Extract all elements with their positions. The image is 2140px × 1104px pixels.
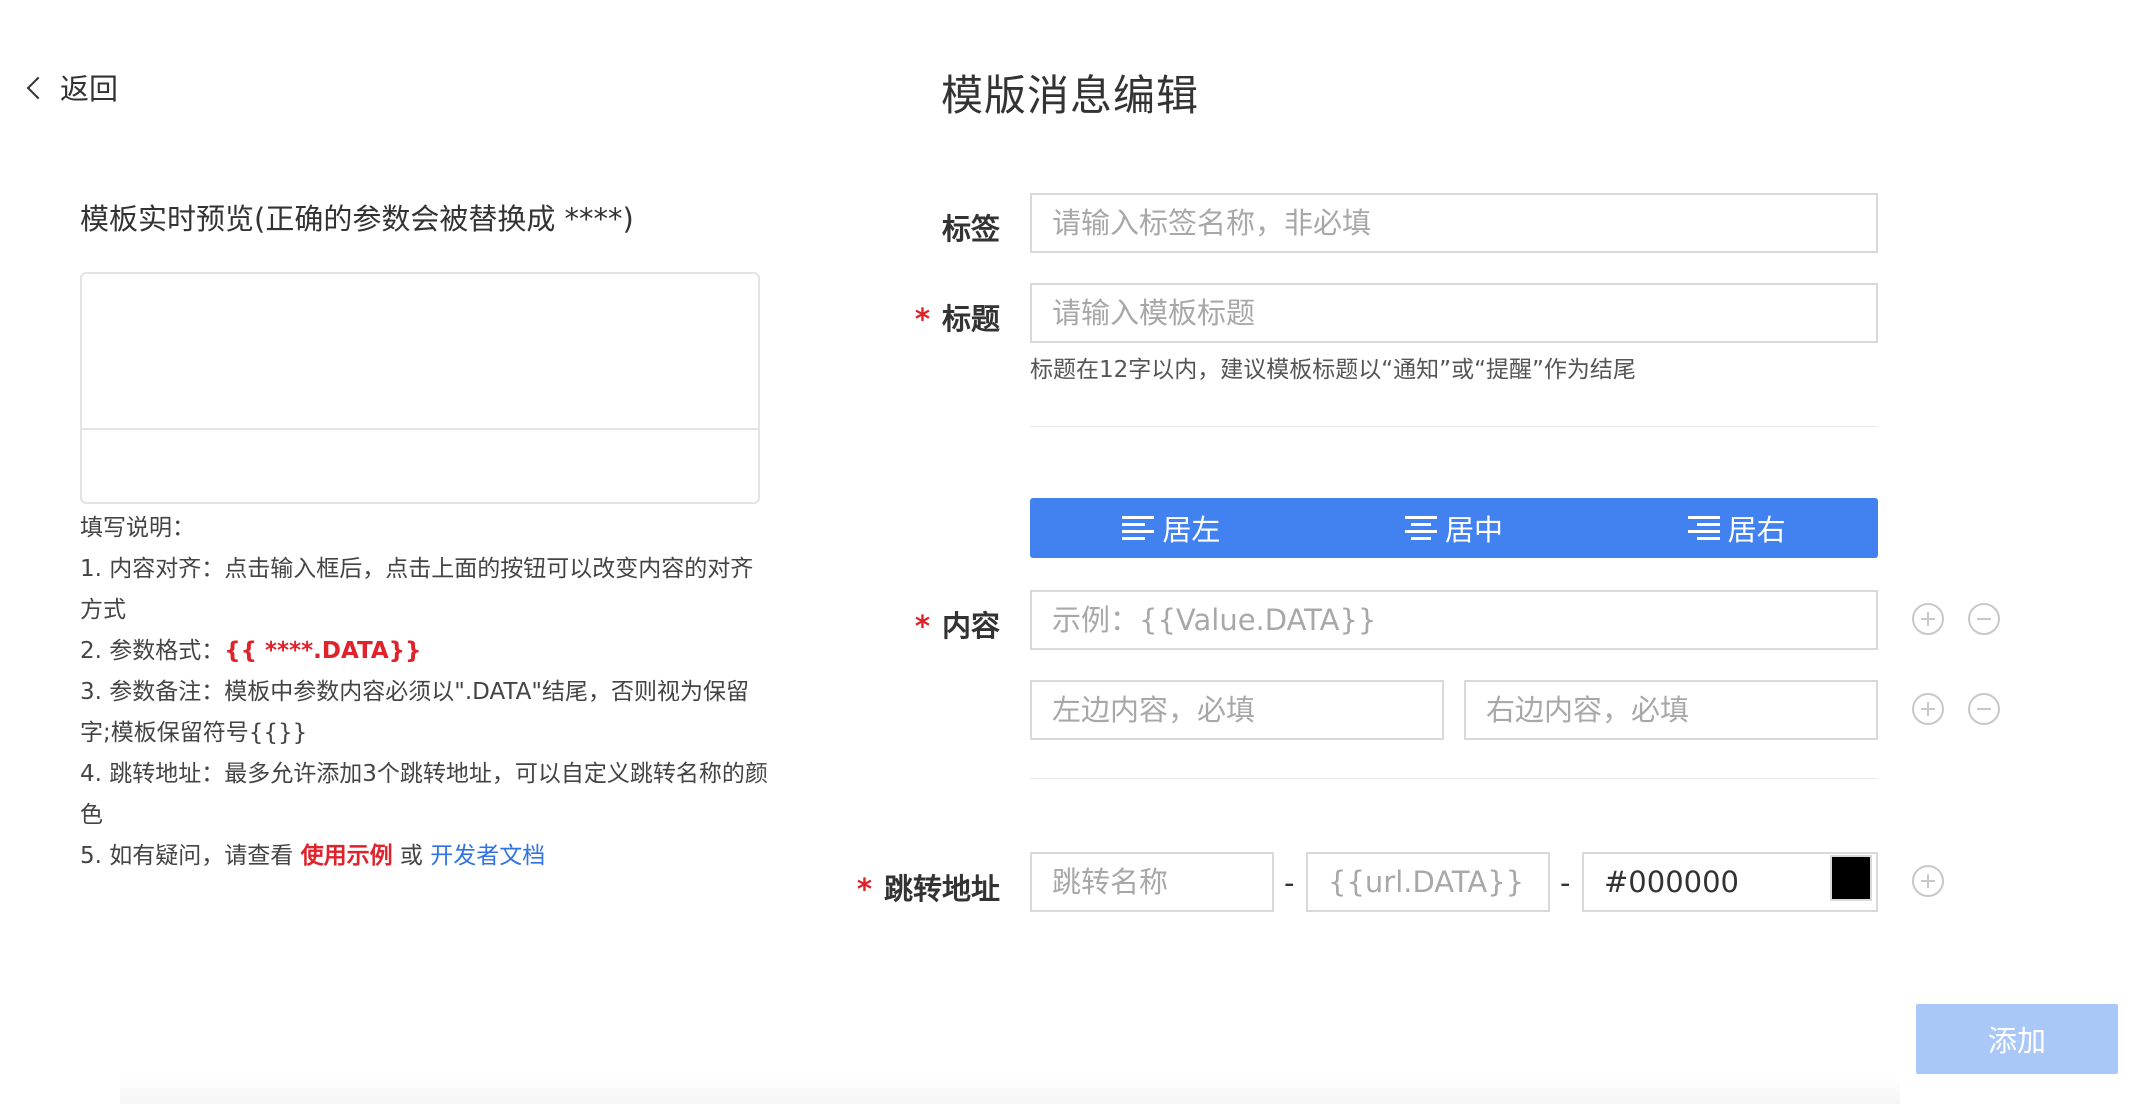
jump-url-label-text: 跳转地址 bbox=[883, 872, 1000, 906]
add-content-icon[interactable] bbox=[1912, 603, 1944, 635]
align-center-button[interactable]: 居中 bbox=[1313, 498, 1596, 558]
page-title: 模版消息编辑 bbox=[940, 71, 1199, 120]
jump-name-input[interactable] bbox=[1030, 852, 1274, 912]
dash-separator: - bbox=[1560, 866, 1571, 900]
title-label: * 标题 bbox=[760, 296, 1000, 338]
alignment-toolbar: 居左 居中 居右 bbox=[1030, 498, 1878, 558]
add-jump-url-icon[interactable] bbox=[1912, 865, 1944, 897]
instruction-item-2: 2. 参数格式：{{ ****.DATA}} bbox=[80, 631, 770, 672]
content-input[interactable] bbox=[1030, 590, 1878, 650]
instruction-item-5: 5. 如有疑问，请查看 使用示例 或 开发者文档 bbox=[80, 836, 770, 877]
color-swatch[interactable] bbox=[1830, 855, 1872, 901]
dash-separator: - bbox=[1284, 866, 1295, 900]
instruction-item-4: 4. 跳转地址：最多允许添加3个跳转地址，可以自定义跳转名称的颜色 bbox=[80, 761, 768, 828]
align-left-icon bbox=[1122, 514, 1155, 542]
required-mark: * bbox=[914, 609, 930, 643]
usage-example-link[interactable]: 使用示例 bbox=[301, 843, 393, 869]
align-left-label: 居左 bbox=[1162, 513, 1221, 547]
template-preview-box bbox=[80, 272, 760, 504]
section-divider bbox=[1030, 426, 1878, 427]
tag-label-text: 标签 bbox=[941, 212, 1000, 246]
right-content-input[interactable] bbox=[1464, 680, 1878, 740]
jump-url-input[interactable] bbox=[1306, 852, 1550, 912]
instruction-item-3: 3. 参数备注：模板中参数内容必须以".DATA"结尾，否则视为保留字;模板保留… bbox=[80, 679, 749, 746]
required-mark: * bbox=[856, 872, 872, 906]
instruction-item-5-or: 或 bbox=[392, 843, 431, 869]
add-split-content-icon[interactable] bbox=[1912, 693, 1944, 725]
remove-split-content-icon[interactable] bbox=[1968, 693, 2000, 725]
footer-shadow bbox=[120, 1076, 1900, 1104]
jump-url-label: * 跳转地址 bbox=[760, 866, 1000, 908]
section-divider bbox=[1030, 778, 1878, 779]
instructions: 填写说明： 1. 内容对齐：点击输入框后，点击上面的按钮可以改变内容的对齐方式 … bbox=[80, 508, 770, 877]
title-hint: 标题在12字以内，建议模板标题以“通知”或“提醒”作为结尾 bbox=[1030, 357, 1636, 383]
preview-divider bbox=[82, 428, 758, 430]
instruction-item-1: 1. 内容对齐：点击输入框后，点击上面的按钮可以改变内容的对齐方式 bbox=[80, 556, 754, 623]
align-right-icon bbox=[1687, 514, 1720, 542]
align-center-icon bbox=[1405, 514, 1437, 542]
instruction-item-2-text: 2. 参数格式： bbox=[80, 638, 225, 664]
param-format-code: {{ ****.DATA}} bbox=[224, 638, 422, 664]
required-mark: * bbox=[914, 302, 930, 336]
content-label: * 内容 bbox=[760, 603, 1000, 645]
tag-label: 标签 bbox=[760, 206, 1000, 248]
align-left-button[interactable]: 居左 bbox=[1030, 498, 1313, 558]
align-center-label: 居中 bbox=[1445, 513, 1504, 547]
align-right-label: 居右 bbox=[1727, 513, 1786, 547]
preview-title: 模板实时预览(正确的参数会被替换成 ****) bbox=[80, 202, 634, 236]
left-content-input[interactable] bbox=[1030, 680, 1444, 740]
tag-input[interactable] bbox=[1030, 193, 1878, 253]
developer-docs-link[interactable]: 开发者文档 bbox=[430, 843, 545, 869]
add-button[interactable]: 添加 bbox=[1916, 1004, 2118, 1074]
instruction-item-5-text: 5. 如有疑问，请查看 bbox=[80, 843, 301, 869]
remove-content-icon[interactable] bbox=[1968, 603, 2000, 635]
title-label-text: 标题 bbox=[941, 302, 1000, 336]
content-label-text: 内容 bbox=[941, 609, 1000, 643]
align-right-button[interactable]: 居右 bbox=[1595, 498, 1878, 558]
title-input[interactable] bbox=[1030, 283, 1878, 343]
instructions-heading: 填写说明： bbox=[80, 515, 195, 541]
